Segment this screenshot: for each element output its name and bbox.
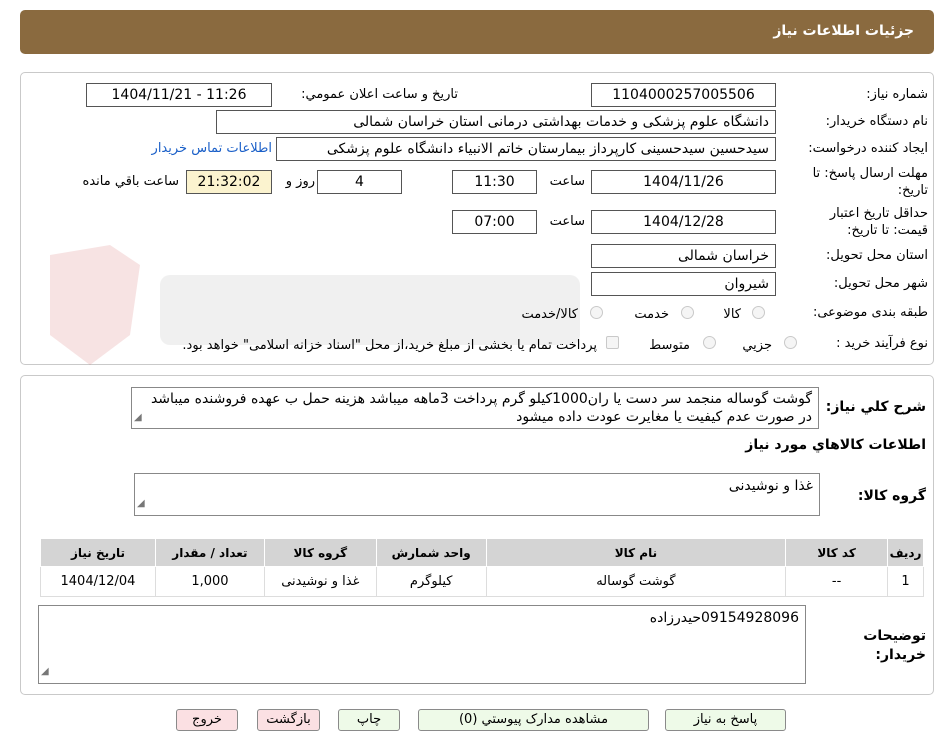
- deadline-label-line1: مهلت ارسال پاسخ: تا: [812, 166, 928, 181]
- buyer-notes-label-line1: توضیحات: [863, 628, 926, 644]
- description-label: شرح کلي نياز:: [825, 399, 926, 415]
- resize-handle-icon[interactable]: ◢: [134, 409, 142, 427]
- announce-label: تاریخ و ساعت اعلان عمومي:: [301, 87, 458, 102]
- days-label: روز و: [285, 174, 315, 189]
- deadline-label-line2: تاریخ:: [897, 183, 928, 198]
- resize-handle-icon[interactable]: ◢: [137, 494, 145, 514]
- category-option-goods-service: کالا/خدمت: [521, 307, 578, 322]
- category-radio-goods-service[interactable]: [590, 306, 603, 319]
- buyer-notes-textarea: 09154928096حیدرزاده ◢: [38, 605, 806, 684]
- column-header-code: کد کالا: [785, 538, 889, 567]
- back-button[interactable]: بازگشت: [257, 709, 320, 731]
- resize-handle-icon[interactable]: ◢: [41, 662, 49, 682]
- cell-code: --: [785, 566, 889, 597]
- remaining-time-field: 21:32:02: [186, 170, 272, 194]
- cell-row-number: 1: [887, 566, 924, 597]
- goods-table: رديف کد کالا نام کالا واحد شمارش گروه کا…: [40, 538, 924, 597]
- reply-button[interactable]: پاسخ به نیاز: [665, 709, 786, 731]
- category-option-service: خدمت: [634, 307, 669, 322]
- column-header-name: نام کالا: [485, 538, 787, 567]
- buyer-org-field: دانشگاه علوم پزشکی و خدمات بهداشتی درمان…: [216, 110, 776, 134]
- requester-field: سیدحسین سیدحسینی کارپرداز بیمارستان خاتم…: [276, 137, 776, 161]
- column-header-row-number: رديف: [887, 538, 924, 567]
- process-option-medium: متوسط: [649, 338, 690, 353]
- cell-unit: کیلوگرم: [375, 566, 487, 597]
- goods-group-text: غذا و نوشیدنی: [728, 478, 813, 494]
- goods-group-textarea: غذا و نوشیدنی ◢: [134, 473, 820, 516]
- description-textarea: گوشت گوساله منجمد سر دست یا ران1000کیلو …: [131, 387, 819, 429]
- need-number-label: شماره نیاز:: [866, 87, 928, 102]
- category-radio-service[interactable]: [681, 306, 694, 319]
- deadline-time-field: 11:30: [452, 170, 537, 194]
- category-radio-goods[interactable]: [752, 306, 765, 319]
- cell-quantity: 1,000: [154, 566, 265, 597]
- column-header-unit: واحد شمارش: [375, 538, 487, 567]
- view-attachments-button[interactable]: مشاهده مدارک پیوستي (0): [418, 709, 649, 731]
- category-label: طبقه بندی موضوعی:: [812, 305, 928, 320]
- validity-label-line2: قیمت: تا تاریخ:: [847, 223, 928, 238]
- announce-field: 1404/11/21 - 11:26: [86, 83, 272, 107]
- buyer-contact-link[interactable]: اطلاعات تماس خریدار: [152, 141, 272, 156]
- table-row: 1 -- گوشت گوساله کیلوگرم غذا و نوشیدنی 1…: [40, 566, 924, 597]
- city-field: شیروان: [591, 272, 776, 296]
- goods-section-title: اطلاعات کالاهاي مورد نياز: [745, 437, 926, 453]
- treasury-checkbox[interactable]: [606, 336, 619, 349]
- remaining-label: ساعت باقي مانده: [82, 174, 179, 189]
- process-radio-minor[interactable]: [784, 336, 797, 349]
- buyer-notes-text: 09154928096حیدرزاده: [649, 610, 799, 626]
- days-field: 4: [317, 170, 402, 194]
- province-field: خراسان شمالی: [591, 244, 776, 268]
- validity-label-line1: حداقل تاریخ اعتبار: [829, 206, 928, 221]
- category-option-goods: کالا: [723, 307, 741, 322]
- cell-need-date: 1404/12/04: [40, 566, 156, 597]
- process-radio-medium[interactable]: [703, 336, 716, 349]
- validity-date-field: 1404/12/28: [591, 210, 776, 234]
- description-text: گوشت گوساله منجمد سر دست یا ران1000کیلو …: [150, 391, 812, 425]
- validity-time-label: ساعت: [549, 214, 585, 229]
- column-header-quantity: تعداد / مقدار: [154, 538, 265, 567]
- validity-time-field: 07:00: [452, 210, 537, 234]
- process-option-minor: جزیي: [742, 338, 772, 353]
- page-title: جزئیات اطلاعات نیاز: [773, 23, 914, 39]
- buyer-org-label: نام دستگاه خریدار:: [825, 114, 928, 129]
- print-button[interactable]: چاپ: [338, 709, 400, 731]
- city-label: شهر محل تحویل:: [833, 276, 928, 291]
- goods-group-label: گروه کالا:: [857, 488, 926, 504]
- cell-group: غذا و نوشیدنی: [263, 566, 377, 597]
- requester-label: ایجاد کننده درخواست:: [808, 141, 928, 156]
- buyer-notes-label-line2: خریدار:: [875, 647, 926, 663]
- process-label: نوع فرآیند خرید :: [836, 336, 928, 351]
- deadline-date-field: 1404/11/26: [591, 170, 776, 194]
- need-number-field: 1104000257005506: [591, 83, 776, 107]
- exit-button[interactable]: خروج: [176, 709, 238, 731]
- aria-tender-logo-icon: [50, 245, 580, 365]
- province-label: استان محل تحویل:: [826, 248, 928, 263]
- column-header-need-date: تاریخ نیاز: [40, 538, 156, 567]
- cell-name: گوشت گوساله: [485, 566, 787, 597]
- deadline-time-label: ساعت: [549, 174, 585, 189]
- table-header-row: رديف کد کالا نام کالا واحد شمارش گروه کا…: [40, 538, 924, 567]
- page-header: جزئیات اطلاعات نیاز: [20, 10, 934, 54]
- column-header-group: گروه کالا: [263, 538, 377, 567]
- payment-note: پرداخت تمام یا بخشی از مبلغ خرید،از محل …: [182, 338, 597, 353]
